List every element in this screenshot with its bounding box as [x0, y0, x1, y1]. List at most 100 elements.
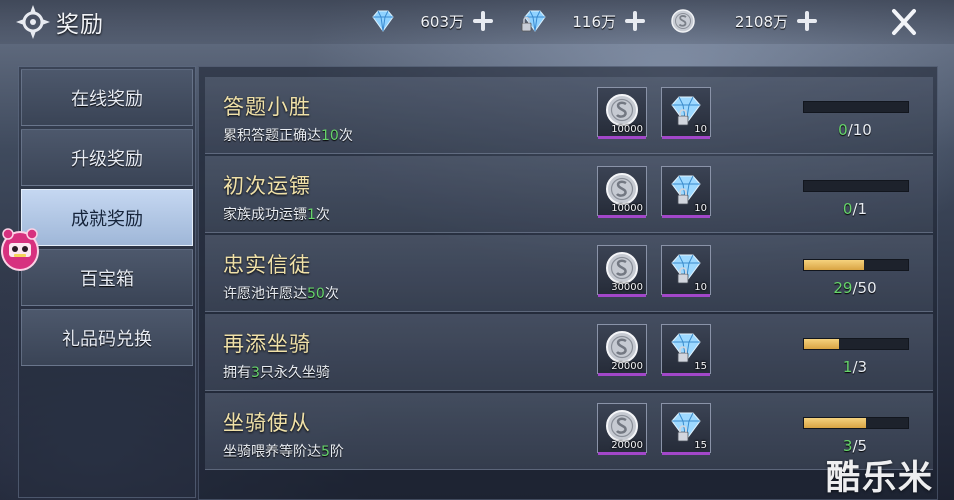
achievement-title: 忠实信徒 — [223, 253, 311, 277]
progress-bar — [803, 101, 909, 113]
reward-count: 15 — [694, 440, 707, 451]
achievement-row: 坐骑使从 坐骑喂养等阶达5阶 20000 15 3/5 — [205, 393, 933, 470]
achievement-desc-text: 次 — [315, 207, 330, 223]
progress-current: 29 — [833, 279, 853, 297]
reward-count: 20000 — [611, 440, 643, 451]
achievement-title: 再添坐骑 — [223, 332, 311, 356]
page-title: 奖励 — [56, 12, 104, 38]
progress-bar — [803, 338, 909, 350]
sidebar: 在线奖励 升级奖励 成就奖励 百宝箱 礼品码兑换 — [18, 66, 196, 498]
sidebar-item-gift-code[interactable]: 礼品码兑换 — [21, 309, 193, 366]
achievement-desc: 许愿池许愿达50次 — [223, 283, 339, 303]
achievement-desc-number: 3 — [251, 365, 260, 381]
progress-current: 0 — [838, 121, 848, 139]
bound-diamond-icon — [521, 10, 546, 32]
progress-total: /1 — [852, 200, 868, 218]
reward-slot-diamond[interactable]: 15 — [661, 403, 711, 455]
achievement-desc-text: 阶 — [329, 444, 344, 460]
reward-slot-diamond[interactable]: 15 — [661, 324, 711, 376]
achievement-desc: 累积答题正确达10次 — [223, 125, 353, 145]
achievement-desc-number: 5 — [321, 444, 330, 460]
achievement-desc-text: 拥有 — [223, 365, 251, 381]
achievement-row: 再添坐骑 拥有3只永久坐骑 20000 15 1/3 — [205, 314, 933, 391]
sidebar-item-label: 百宝箱 — [80, 268, 134, 290]
progress-fill — [804, 339, 839, 349]
reward-count: 30000 — [611, 282, 643, 293]
currency-silver: 2108万 — [668, 6, 818, 36]
plus-icon[interactable] — [796, 10, 818, 32]
close-icon[interactable] — [884, 4, 924, 40]
progress-text: 0/10 — [803, 121, 907, 139]
currency-bound-diamond: 116万 — [520, 6, 646, 36]
progress-fill — [804, 260, 865, 270]
achievement-desc-text: 坐骑喂养等阶达 — [223, 444, 321, 460]
achievement-desc: 坐骑喂养等阶达5阶 — [223, 441, 344, 461]
mascot-icon[interactable] — [0, 225, 40, 273]
progress-total: /10 — [847, 121, 872, 139]
sidebar-item-level-rewards[interactable]: 升级奖励 — [21, 129, 193, 186]
sidebar-item-online-rewards[interactable]: 在线奖励 — [21, 69, 193, 126]
achievement-title: 坐骑使从 — [223, 411, 311, 435]
achievement-desc-text: 累积答题正确达 — [223, 128, 321, 144]
achievement-title: 初次运镖 — [223, 174, 311, 198]
achievement-desc-text: 家族成功运镖 — [223, 207, 307, 223]
currency-value: 116万 — [572, 12, 616, 31]
achievement-row: 忠实信徒许愿池许愿达50次 30000 10 29/50 — [205, 235, 933, 312]
achievement-desc-number: 1 — [307, 207, 316, 223]
achievement-desc-text: 许愿池许愿达 — [223, 286, 307, 302]
plus-icon[interactable] — [624, 10, 646, 32]
achievement-row: 初次运镖家族成功运镖1次 10000 10 0/1 — [205, 156, 933, 233]
progress-bar — [803, 180, 909, 192]
achievement-desc-number: 50 — [307, 286, 325, 302]
progress-bar — [803, 259, 909, 271]
reward-slot-silver[interactable]: 30000 — [597, 245, 647, 297]
progress-total: /50 — [852, 279, 877, 297]
title-area: 奖励 — [14, 4, 104, 40]
achievement-desc: 家族成功运镖1次 — [223, 204, 330, 224]
currency-diamond: 603万 — [368, 6, 494, 36]
close-button[interactable] — [884, 4, 924, 40]
reward-count: 15 — [694, 361, 707, 372]
reward-slot-diamond[interactable]: 10 — [661, 87, 711, 139]
currency-value: 2108万 — [734, 12, 788, 31]
achievement-desc: 拥有3只永久坐骑 — [223, 362, 330, 382]
reward-count: 10 — [694, 203, 707, 214]
progress-text: 0/1 — [803, 200, 907, 218]
progress-bar — [803, 417, 909, 429]
achievement-desc-number: 10 — [321, 128, 339, 144]
watermark: 酷乐米 — [826, 458, 934, 498]
achievement-panel: 答题小胜 累积答题正确达10次 10000 10 0/10 初次运镖 家族成功运镖1次 100… — [198, 66, 938, 500]
progress-text: 29/50 — [803, 279, 907, 297]
sidebar-item-achievement-rewards[interactable]: 成就奖励 — [21, 189, 193, 246]
silver-coin-icon — [671, 9, 695, 33]
reward-slot-diamond[interactable]: 10 — [661, 245, 711, 297]
reward-slot-diamond[interactable]: 10 — [661, 166, 711, 218]
progress-total: /3 — [852, 358, 868, 376]
top-bar: 奖励 603万 116万 2108万 — [0, 0, 954, 44]
plus-icon[interactable] — [472, 10, 494, 32]
compass-icon — [16, 5, 50, 39]
reward-count: 20000 — [611, 361, 643, 372]
achievement-desc-text: 只永久坐骑 — [259, 365, 330, 381]
sidebar-item-label: 礼品码兑换 — [62, 328, 152, 350]
reward-count: 10000 — [611, 124, 643, 135]
achievement-row: 答题小胜 累积答题正确达10次 10000 10 0/10 — [205, 77, 933, 154]
reward-count: 10000 — [611, 203, 643, 214]
reward-slot-silver[interactable]: 20000 — [597, 324, 647, 376]
reward-count: 10 — [694, 124, 707, 135]
progress-fill — [804, 418, 867, 428]
reward-slot-silver[interactable]: 10000 — [597, 166, 647, 218]
reward-slot-silver[interactable]: 10000 — [597, 87, 647, 139]
achievement-desc-text: 次 — [324, 286, 339, 302]
achievement-list[interactable]: 答题小胜 累积答题正确达10次 10000 10 0/10 初次运镖 家族成功运镖1次 100… — [205, 77, 933, 471]
reward-slot-silver[interactable]: 20000 — [597, 403, 647, 455]
sidebar-item-label: 在线奖励 — [71, 88, 143, 110]
sidebar-item-treasure-box[interactable]: 百宝箱 — [21, 249, 193, 306]
diamond-icon — [372, 10, 394, 32]
achievement-desc-text: 次 — [338, 128, 353, 144]
sidebar-item-label: 升级奖励 — [71, 148, 143, 170]
achievement-title: 答题小胜 — [223, 95, 311, 119]
reward-count: 10 — [694, 282, 707, 293]
currency-value: 603万 — [420, 12, 464, 31]
sidebar-item-label: 成就奖励 — [71, 208, 143, 230]
